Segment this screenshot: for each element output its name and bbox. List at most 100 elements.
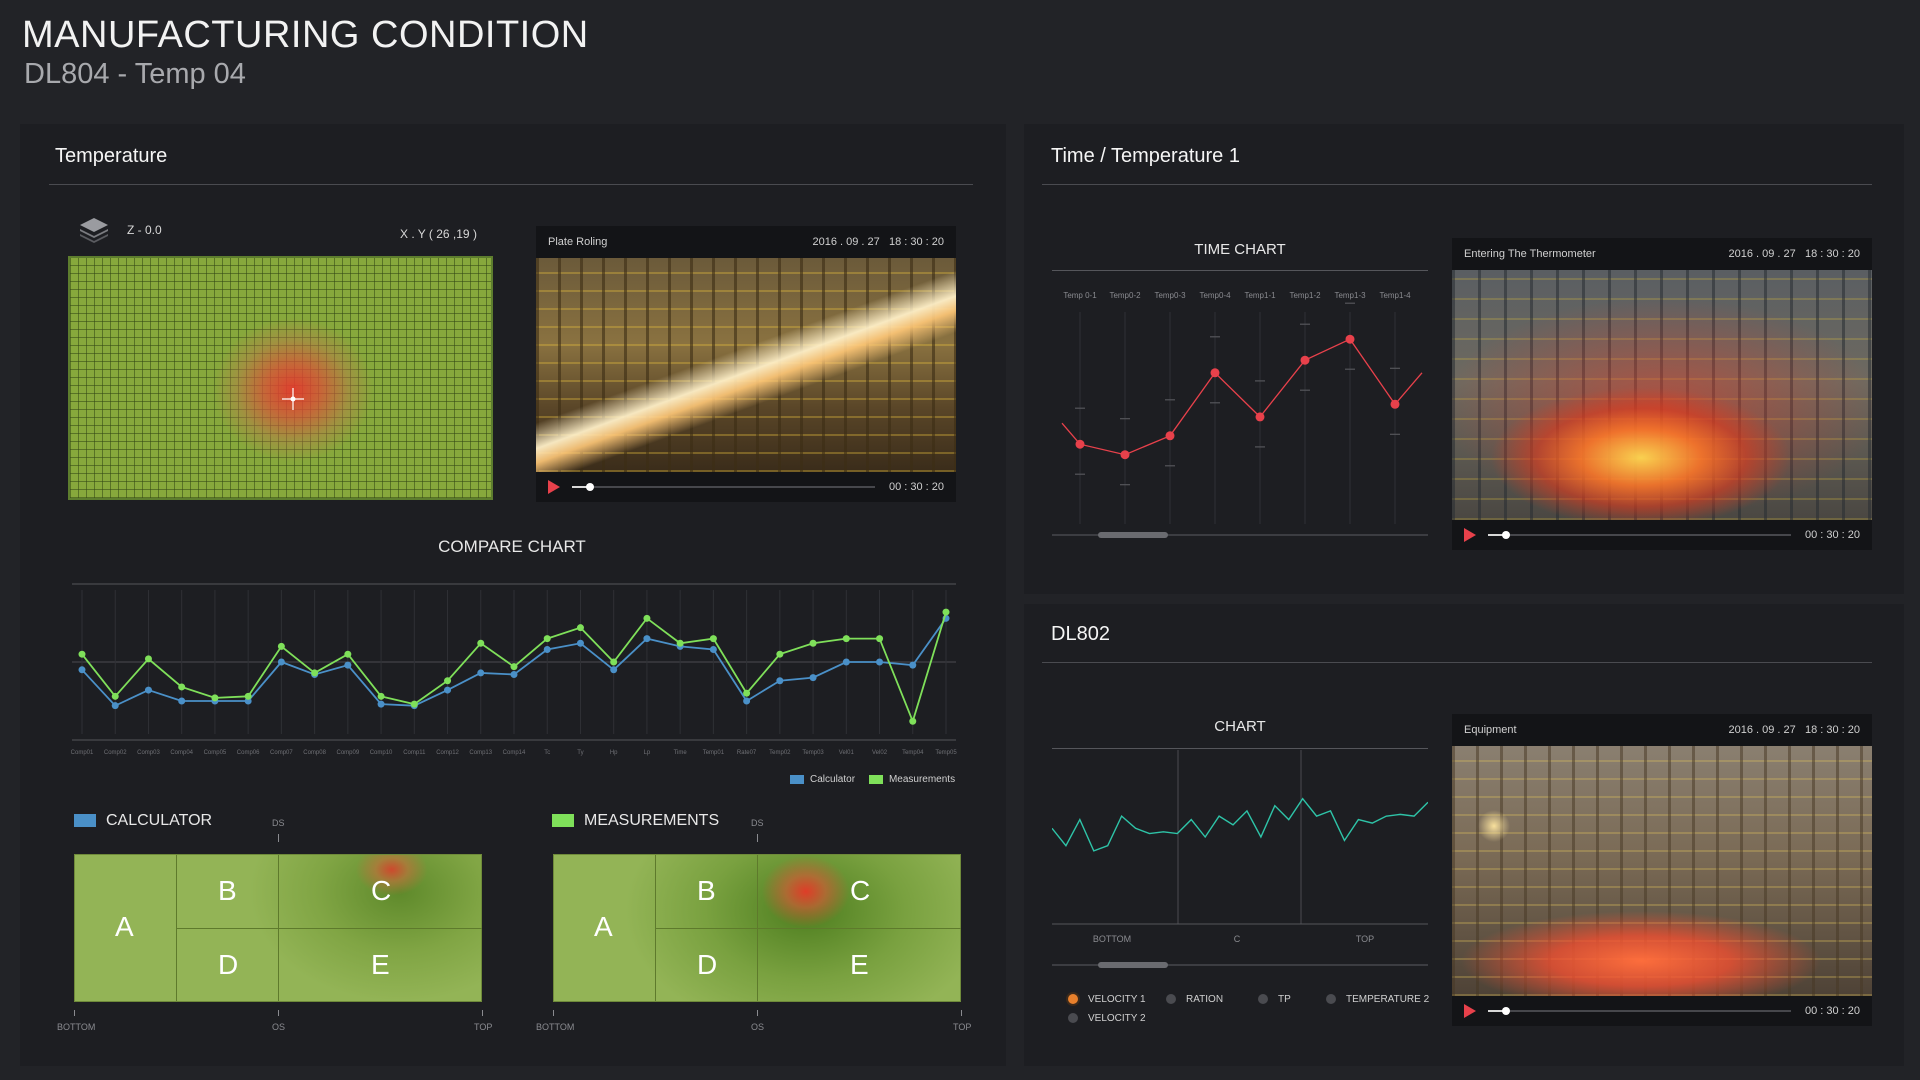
play-button[interactable]	[548, 480, 560, 494]
video-duration: 00 : 30 : 20	[888, 481, 944, 493]
time-chart-scroll-thumb[interactable]	[1098, 532, 1168, 538]
video-scrub-handle[interactable]	[1502, 1007, 1511, 1015]
data-point-measurements	[842, 635, 850, 643]
x-tick-label: Temp04	[902, 750, 924, 756]
legend-measurements: Measurements	[888, 774, 956, 785]
x-tick-label: Tc	[544, 750, 550, 756]
dl802-chart: BOTTOM C TOP	[1052, 750, 1428, 944]
measurements-zone-legend: MEASUREMENTS	[552, 812, 719, 830]
radio-dot[interactable]	[1068, 994, 1078, 1005]
option-temperature-2[interactable]: TEMPERATURE 2	[1326, 994, 1429, 1005]
video-time: 18 : 30 : 20	[1804, 248, 1860, 260]
zone-c[interactable]: C	[850, 875, 870, 907]
legend-swatch-measurements	[868, 774, 883, 784]
ds-tick-label: DS	[751, 818, 764, 828]
video-progress-bar[interactable]	[1488, 1007, 1791, 1015]
x-tick-label: Comp05	[204, 750, 227, 756]
calculator-zone-legend: CALCULATOR	[74, 812, 212, 830]
data-point-calculator	[743, 697, 751, 705]
layers-icon[interactable]	[78, 216, 110, 244]
data-point-calculator	[909, 661, 917, 669]
radio-dot[interactable]	[1258, 994, 1268, 1005]
calculator-zone-title: CALCULATOR	[106, 812, 213, 829]
x-tick-label: BOTTOM	[1093, 934, 1131, 944]
zone-b[interactable]: B	[697, 875, 716, 907]
dl802-panel-title: DL802	[1051, 623, 1110, 645]
ds-tick-label: DS	[272, 818, 285, 828]
video-duration: 00 : 30 : 20	[1804, 1005, 1860, 1017]
divider	[49, 184, 973, 185]
zone-d[interactable]: D	[697, 949, 717, 981]
compare-chart-legend: Calculator Measurements	[790, 774, 955, 785]
data-point-calculator	[444, 686, 452, 694]
x-tick-label: Temp1-4	[1379, 291, 1411, 300]
zone-axis-top: TOP	[474, 1022, 493, 1032]
data-point-measurements	[277, 642, 285, 650]
data-point	[1345, 334, 1355, 344]
video-player-entering-thermometer[interactable]: Entering The Thermometer 2016 . 09 . 27 …	[1452, 238, 1872, 550]
data-point-measurements	[78, 650, 86, 658]
play-button[interactable]	[1464, 1004, 1476, 1018]
time-chart-scrollbar[interactable]	[1052, 532, 1428, 538]
zone-d[interactable]: D	[218, 949, 238, 981]
video-scrub-handle[interactable]	[586, 483, 595, 491]
data-point-calculator	[842, 658, 850, 666]
dl802-chart-rule	[1052, 748, 1428, 749]
x-tick-label: Comp04	[170, 750, 193, 756]
option-label: VELOCITY 1	[1088, 994, 1146, 1005]
data-point-measurements	[543, 635, 551, 643]
x-tick-label: Temp0-2	[1109, 291, 1141, 300]
x-tick-label: Temp02	[769, 750, 791, 756]
option-velocity-1[interactable]: VELOCITY 1	[1068, 994, 1146, 1005]
page-title: MANUFACTURING CONDITION	[22, 14, 589, 56]
option-velocity-2[interactable]: VELOCITY 2	[1068, 1013, 1146, 1024]
x-tick-label: Temp0-4	[1199, 291, 1231, 300]
zone-e[interactable]: E	[371, 949, 390, 981]
time-chart: Temp 0-1 Temp0-2 Temp0-3 Temp0-4 Temp1-1 Temp…	[1061, 291, 1423, 524]
x-tick-label: Time	[674, 750, 688, 756]
data-point-calculator	[178, 697, 186, 705]
video-duration: 00 : 30 : 20	[1804, 529, 1860, 541]
crosshair-icon	[282, 388, 304, 410]
zone-axis-os: OS	[751, 1022, 765, 1032]
measurements-zone-title: MEASUREMENTS	[584, 812, 720, 829]
radio-dot[interactable]	[1326, 994, 1336, 1005]
data-point-calculator	[144, 686, 152, 694]
coordinate-readout: X . Y ( 26 ,19 )	[400, 227, 477, 241]
time-chart-title: TIME CHART	[1194, 241, 1286, 258]
video-title: Plate Roling	[548, 236, 608, 248]
zone-divider	[655, 928, 961, 929]
option-tp[interactable]: TP	[1258, 994, 1291, 1005]
option-ration[interactable]: RATION	[1166, 994, 1223, 1005]
radio-dot[interactable]	[1166, 994, 1176, 1005]
x-tick-label: Comp03	[137, 750, 160, 756]
zone-axis-bottom: BOTTOM	[57, 1022, 96, 1032]
zone-b[interactable]: B	[218, 875, 237, 907]
zone-a[interactable]: A	[594, 911, 613, 943]
data-point-measurements	[942, 608, 950, 616]
video-progress-bar[interactable]	[572, 483, 875, 491]
play-button[interactable]	[1464, 528, 1476, 542]
data-point-calculator	[576, 639, 584, 647]
measurements-zone-map[interactable]: A B C D E	[553, 854, 961, 1002]
radio-dot[interactable]	[1068, 1013, 1078, 1024]
zone-e[interactable]: E	[850, 949, 869, 981]
video-scrub-handle[interactable]	[1502, 531, 1511, 539]
dl802-chart-scrollbar[interactable]	[1052, 962, 1428, 968]
data-point-measurements	[676, 639, 684, 647]
option-label: VELOCITY 2	[1088, 1013, 1146, 1024]
x-tick-label: Vel02	[872, 750, 888, 756]
zone-a[interactable]: A	[115, 911, 134, 943]
video-player-plate-roling[interactable]: Plate Roling 2016 . 09 . 27 18 : 30 : 20…	[536, 226, 956, 502]
x-tick-label: Comp12	[436, 750, 459, 756]
x-tick-label: Ty	[577, 750, 583, 756]
temperature-heatmap[interactable]	[68, 256, 493, 500]
zone-c[interactable]: C	[371, 875, 391, 907]
video-player-equipment[interactable]: Equipment 2016 . 09 . 27 18 : 30 : 20 00…	[1452, 714, 1872, 1026]
video-progress-bar[interactable]	[1488, 531, 1791, 539]
dl802-chart-scroll-thumb[interactable]	[1098, 962, 1168, 968]
x-tick-label: Temp 0-1	[1063, 291, 1097, 300]
x-tick-label: Temp01	[703, 750, 725, 756]
calculator-zone-map[interactable]: A B C D E	[74, 854, 482, 1002]
series-line	[1061, 338, 1423, 456]
